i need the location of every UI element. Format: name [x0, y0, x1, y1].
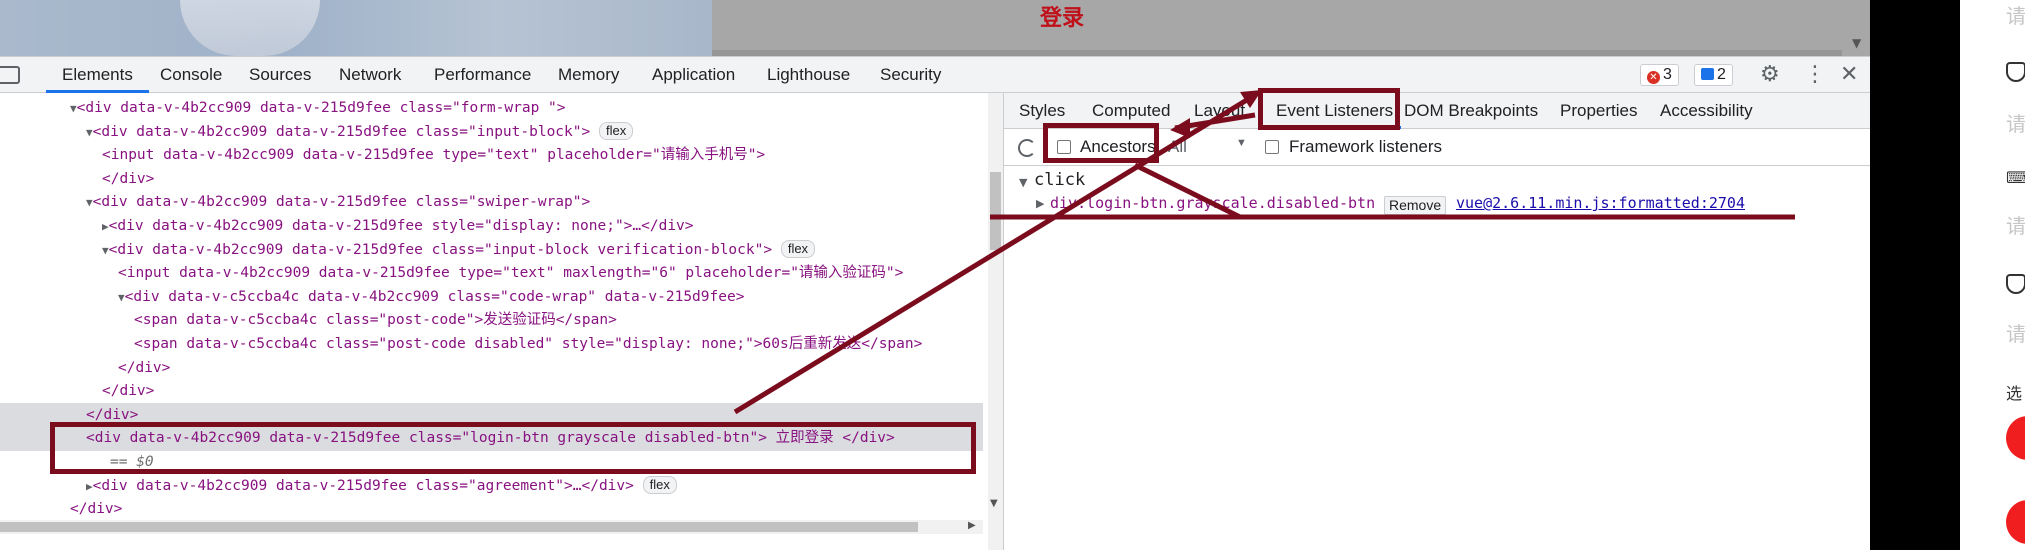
expand-triangle-icon[interactable]: ▶	[86, 480, 93, 493]
tab-console[interactable]: Console	[160, 57, 222, 93]
dom-node-markup: <input data-v-4b2cc909 data-v-215d9fee t…	[102, 147, 766, 164]
event-type-click[interactable]: click	[1034, 170, 1085, 190]
shield-icon	[2006, 274, 2025, 294]
scroll-down-arrow-icon[interactable]: ▼	[990, 498, 998, 509]
dom-node-line[interactable]: </div>	[102, 380, 154, 403]
page-viewport: 登录 ▼	[0, 0, 1870, 56]
dom-node-markup: </div>	[102, 383, 155, 400]
dom-node-line[interactable]: ▼<div data-v-4b2cc909 data-v-215d9fee cl…	[86, 191, 590, 214]
annotation-box-selected-node	[50, 422, 976, 474]
source-link[interactable]: vue@2.6.11.min.js:formatted:2704	[1456, 194, 1745, 212]
dom-node-line[interactable]: ▶<div data-v-4b2cc909 data-v-215d9fee st…	[102, 215, 694, 238]
tab-sources[interactable]: Sources	[249, 57, 311, 93]
dom-node-line[interactable]: </div>	[70, 498, 122, 521]
collapse-triangle-icon[interactable]: ▼	[86, 126, 93, 139]
tab-network[interactable]: Network	[339, 57, 401, 93]
error-icon: ✕	[1647, 71, 1660, 84]
dom-node-line[interactable]: ▼<div data-v-c5ccba4c data-v-4b2cc909 cl…	[118, 286, 744, 309]
page-backdrop	[1870, 0, 1960, 550]
elements-scrollbar[interactable]	[988, 93, 1003, 550]
scroll-right-arrow-icon[interactable]: ▶	[968, 520, 976, 531]
dom-node-markup: <div data-v-4b2cc909 data-v-215d9fee cla…	[92, 477, 634, 494]
dom-node-line[interactable]: </div>	[102, 168, 154, 191]
dom-node-markup: <div data-v-4b2cc909 data-v-215d9fee cla…	[76, 100, 566, 116]
right-strip-label: 请	[2006, 214, 2025, 238]
collapse-triangle-icon[interactable]: ▼	[70, 102, 77, 115]
gear-icon[interactable]: ⚙	[1760, 63, 1780, 87]
collapse-triangle-icon[interactable]: ▼	[86, 196, 93, 209]
tab-elements[interactable]: Elements	[46, 57, 149, 93]
dom-node-line[interactable]: ▼<div data-v-4b2cc909 data-v-215d9fee cl…	[86, 121, 634, 144]
page-illustration	[0, 0, 712, 56]
dom-node-markup: <span data-v-c5ccba4c class="post-code">…	[134, 312, 617, 329]
right-strip-label: 请	[2006, 112, 2025, 136]
collapse-triangle-icon[interactable]: ▼	[102, 244, 109, 257]
dom-node-line[interactable]: <input data-v-4b2cc909 data-v-215d9fee t…	[102, 144, 765, 167]
dom-node-line[interactable]: <input data-v-4b2cc909 data-v-215d9fee t…	[118, 262, 903, 285]
dom-node-markup: <span data-v-c5ccba4c class="post-code d…	[134, 336, 923, 352]
dom-node-line[interactable]: ▼<div data-v-4b2cc909 data-v-215d9fee cl…	[102, 239, 816, 262]
dom-node-markup: </div>	[102, 170, 155, 187]
close-icon[interactable]: ✕	[1840, 63, 1858, 87]
flex-badge[interactable]: flex	[642, 475, 677, 494]
annotation-box-ancestors	[1043, 123, 1159, 163]
dom-node-line[interactable]: <span data-v-c5ccba4c class="post-code">…	[134, 309, 617, 332]
scroll-down-arrow-icon[interactable]: ▼	[1852, 36, 1861, 50]
flex-badge[interactable]: flex	[598, 121, 634, 140]
expand-triangle-icon[interactable]: ▶	[1036, 197, 1044, 210]
tab-dom-breakpoints[interactable]: DOM Breakpoints	[1404, 93, 1538, 129]
elements-scroll-thumb[interactable]	[990, 172, 1001, 250]
tab-accessibility[interactable]: Accessibility	[1660, 93, 1753, 129]
message-count-badge[interactable]: 2	[1694, 64, 1733, 86]
flex-badge[interactable]: flex	[780, 239, 816, 258]
right-strip-label: 请	[2006, 322, 2025, 346]
right-strip-label: 选	[2006, 384, 2023, 403]
dom-node-markup: <div data-v-4b2cc909 data-v-215d9fee cla…	[92, 194, 591, 211]
dom-node-markup: </div>	[86, 406, 139, 423]
right-strip-label: 请	[2006, 4, 2025, 28]
dom-node-markup: <input data-v-4b2cc909 data-v-215d9fee t…	[118, 265, 904, 282]
framework-listeners-label: Framework listeners	[1289, 137, 1443, 156]
listener-filter-select[interactable]: All	[1168, 137, 1187, 157]
screenshot-root: 登录 ▼ 请 请 ⌨ 请 请 选 Elements Console Source…	[0, 0, 2025, 550]
dom-node-line[interactable]: ▼<div data-v-4b2cc909 data-v-215d9fee cl…	[70, 97, 566, 120]
tab-application[interactable]: Application	[652, 57, 735, 93]
framework-listeners-checkbox[interactable]	[1265, 140, 1279, 154]
message-icon	[1701, 68, 1714, 80]
dom-node-markup: </div>	[70, 501, 123, 518]
remove-listener-button[interactable]: Remove	[1384, 196, 1447, 215]
tab-properties[interactable]: Properties	[1560, 93, 1637, 129]
chevron-down-icon[interactable]: ▼	[1236, 137, 1247, 149]
annotation-box-event-listeners-tab	[1258, 88, 1400, 130]
shield-icon	[2006, 62, 2025, 82]
dom-node-line[interactable]: </div>	[118, 357, 170, 380]
device-toggle-icon[interactable]	[0, 66, 20, 84]
dom-node-markup: <div data-v-4b2cc909 data-v-215d9fee cla…	[108, 241, 773, 258]
dom-node-line[interactable]: <span data-v-c5ccba4c class="post-code d…	[134, 333, 922, 356]
error-count-badge[interactable]: ✕ 3	[1640, 64, 1679, 86]
captcha-icon: ⌨	[2006, 168, 2025, 187]
tab-layout[interactable]: Layout	[1194, 93, 1245, 129]
expand-triangle-icon[interactable]: ▶	[102, 220, 109, 233]
dom-node-markup: <div data-v-4b2cc909 data-v-215d9fee cla…	[92, 123, 591, 140]
elements-h-scroll-thumb[interactable]	[0, 522, 918, 532]
listener-node[interactable]: div.login-btn.grayscale.disabled-btn	[1050, 194, 1375, 212]
refresh-icon[interactable]	[1018, 139, 1036, 157]
dom-node-line[interactable]: ▶<div data-v-4b2cc909 data-v-215d9fee cl…	[86, 475, 677, 498]
devtools-toolbar: Elements Console Sources Network Perform…	[0, 57, 1870, 93]
elements-tree: ▼<div data-v-4b2cc909 data-v-215d9fee cl…	[0, 93, 1003, 550]
page-overlay	[712, 0, 1870, 56]
kebab-icon[interactable]: ⋮	[1804, 63, 1826, 87]
tab-security[interactable]: Security	[880, 57, 941, 93]
login-title: 登录	[1040, 6, 1085, 31]
collapse-triangle-icon[interactable]: ▼	[118, 291, 125, 304]
dom-node-markup: <div data-v-c5ccba4c data-v-4b2cc909 cla…	[124, 288, 745, 305]
dom-node-markup: <div data-v-4b2cc909 data-v-215d9fee sty…	[108, 218, 694, 234]
tab-memory[interactable]: Memory	[558, 57, 619, 93]
tab-performance[interactable]: Performance	[434, 57, 531, 93]
tab-lighthouse[interactable]: Lighthouse	[767, 57, 850, 93]
expand-triangle-icon[interactable]: ▼	[1019, 176, 1027, 189]
dom-node-markup: </div>	[118, 359, 171, 376]
